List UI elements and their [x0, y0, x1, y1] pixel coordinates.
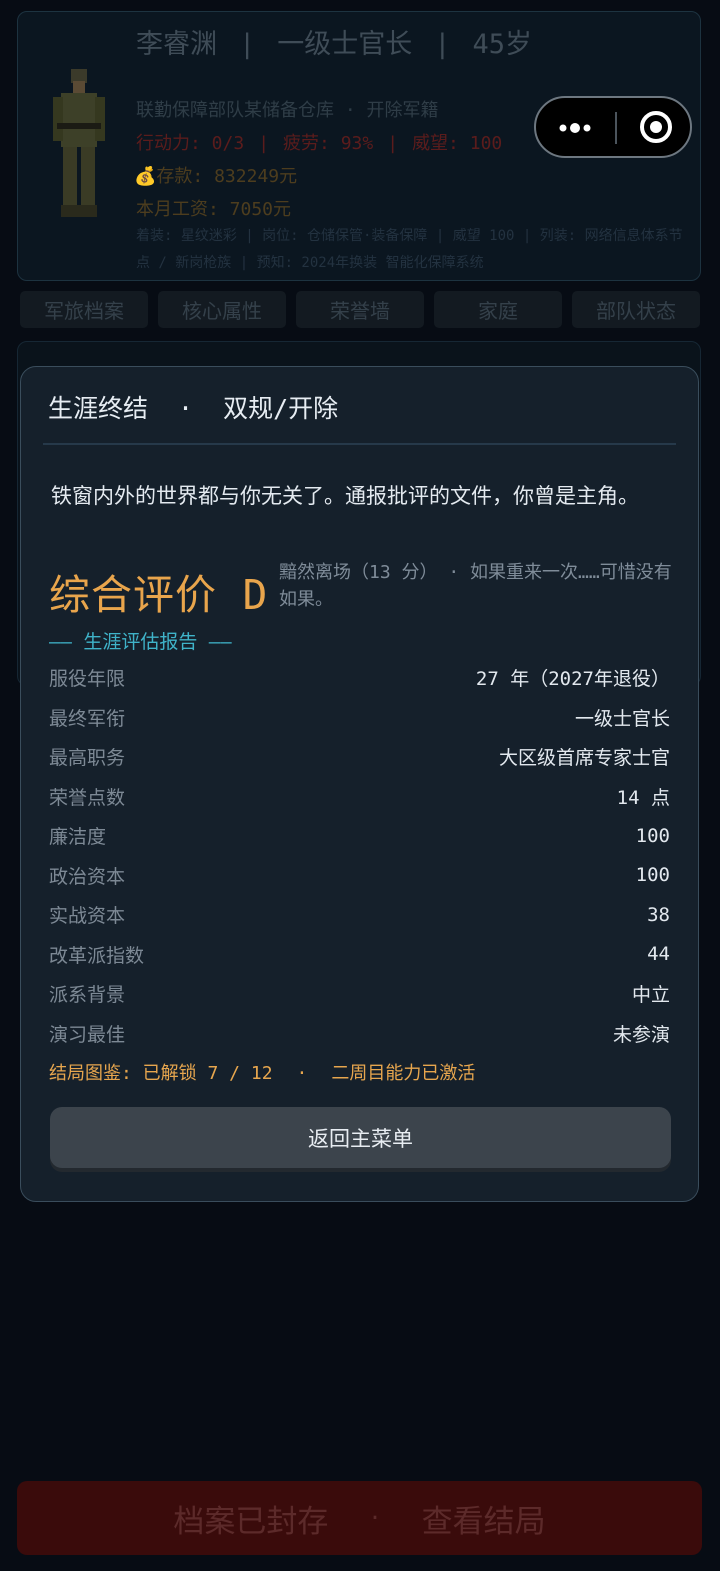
- tab-bar: 军旅档案 核心属性 荣誉墙 家庭 部队状态: [20, 291, 700, 329]
- report-label: 政治资本: [49, 865, 126, 888]
- report-label: 最终军衔: [49, 707, 126, 730]
- report-row: 派系背景 中立: [49, 974, 670, 1014]
- career-end-modal: 生涯终结 · 双规/开除 铁窗内外的世界都与你无关了。通报批评的文件，你曾是主角。 …: [20, 366, 699, 1202]
- profile-stats: 行动力: 0/3 | 疲劳: 93% | 威望: 100: [136, 133, 503, 154]
- report-label: 实战资本: [49, 905, 126, 928]
- endings-unlocked: 结局图鉴: 已解锁 7 / 12: [49, 1063, 273, 1084]
- report-label: 廉洁度: [49, 826, 107, 849]
- report-value: 大区级首席专家士官: [498, 747, 670, 770]
- report-value: 100: [635, 824, 670, 847]
- report-value: 27 年（2027年退役）: [475, 668, 670, 691]
- bottom-bar-separator: ·: [368, 1505, 382, 1531]
- ending-narrative: 铁窗内外的世界都与你无关了。通报批评的文件，你曾是主角。: [51, 484, 639, 508]
- savings-value: 存款: 832249元: [156, 166, 298, 187]
- tab-unit-status[interactable]: 部队状态: [572, 291, 700, 328]
- profile-salary: 本月工资: 7050元: [136, 199, 292, 220]
- profile-rank: 一级士官长: [277, 29, 413, 60]
- archive-sealed-label: 档案已封存: [173, 1503, 329, 1540]
- report-value: 100: [635, 864, 670, 887]
- close-target-icon[interactable]: [638, 109, 674, 145]
- profile-extra-info: 着装: 星纹迷彩 | 岗位: 仓储保管·装备保障 | 威望 100 | 列装: …: [136, 228, 683, 271]
- modal-title: 生涯终结 · 双规/开除: [48, 389, 338, 425]
- soldier-portrait: [53, 69, 105, 217]
- tab-archive[interactable]: 军旅档案: [20, 291, 148, 328]
- view-ending-label: 查看结局: [421, 1503, 546, 1540]
- endings-separator: ·: [296, 1063, 308, 1084]
- action-points: 行动力: 0/3: [136, 133, 245, 154]
- report-value: 38: [647, 903, 670, 926]
- report-label: 改革派指数: [49, 944, 145, 967]
- profile-name: 李睿渊: [136, 29, 217, 60]
- report-row: 演习最佳 未参演: [49, 1014, 670, 1054]
- report-row: 实战资本 38: [49, 895, 670, 935]
- report-label: 派系背景: [49, 984, 126, 1007]
- modal-divider: [43, 443, 676, 445]
- report-row: 改革派指数 44: [49, 935, 670, 975]
- profile-unit: 联勤保障部队某储备仓库 · 开除军籍: [136, 100, 439, 121]
- capsule-divider: [615, 112, 617, 144]
- report-label: 演习最佳: [49, 1023, 126, 1046]
- report-label: 最高职务: [49, 747, 126, 770]
- profile-savings: 💰存款: 832249元: [134, 162, 297, 188]
- report-row: 廉洁度 100: [49, 816, 670, 856]
- endings-progress: 结局图鉴: 已解锁 7 / 12 · 二周目能力已激活: [49, 1059, 475, 1085]
- tab-attributes[interactable]: 核心属性: [158, 291, 286, 328]
- grade-comment: 黯然离场（13 分） · 如果重来一次……可惜没有如果。: [279, 562, 672, 610]
- report-label: 荣誉点数: [49, 786, 126, 809]
- money-bag-icon: 💰: [134, 166, 157, 187]
- second-run-status: 二周目能力已激活: [331, 1063, 476, 1084]
- report-row: 最终军衔 一级士官长: [49, 698, 670, 738]
- more-icon[interactable]: [555, 118, 595, 138]
- tab-family[interactable]: 家庭: [434, 291, 562, 328]
- archive-sealed-bar[interactable]: 档案已封存 · 查看结局: [17, 1481, 702, 1555]
- return-main-menu-button[interactable]: 返回主菜单: [50, 1107, 671, 1168]
- career-report-table: 服役年限 27 年（2027年退役） 最终军衔 一级士官长 最高职务 大区级首席专家士…: [49, 658, 670, 1053]
- report-value: 中立: [631, 984, 670, 1007]
- title-separator: ·: [178, 394, 194, 423]
- report-value: 一级士官长: [574, 707, 670, 730]
- fatigue: 疲劳: 93%: [283, 133, 374, 154]
- report-row: 最高职务 大区级首席专家士官: [49, 737, 670, 777]
- report-label: 服役年限: [49, 668, 126, 691]
- report-value: 未参演: [612, 1023, 670, 1046]
- modal-subtitle: 双规/开除: [223, 394, 339, 423]
- report-heading: —— 生涯评估报告 ——: [49, 631, 232, 653]
- report-row: 荣誉点数 14 点: [49, 777, 670, 817]
- modal-title-text: 生涯终结: [48, 394, 149, 423]
- report-value: 44: [647, 943, 670, 966]
- overall-grade: 综合评价 D: [49, 571, 269, 619]
- report-value: 14 点: [616, 786, 670, 809]
- tab-honor-wall[interactable]: 荣誉墙: [296, 291, 424, 328]
- profile-name-line: 李睿渊 | 一级士官长 | 45岁: [136, 29, 533, 60]
- prestige: 威望: 100: [412, 133, 503, 154]
- report-row: 服役年限 27 年（2027年退役）: [49, 658, 670, 698]
- report-row: 政治资本 100: [49, 856, 670, 896]
- profile-age: 45岁: [472, 29, 533, 60]
- miniprogram-capsule: [534, 96, 692, 158]
